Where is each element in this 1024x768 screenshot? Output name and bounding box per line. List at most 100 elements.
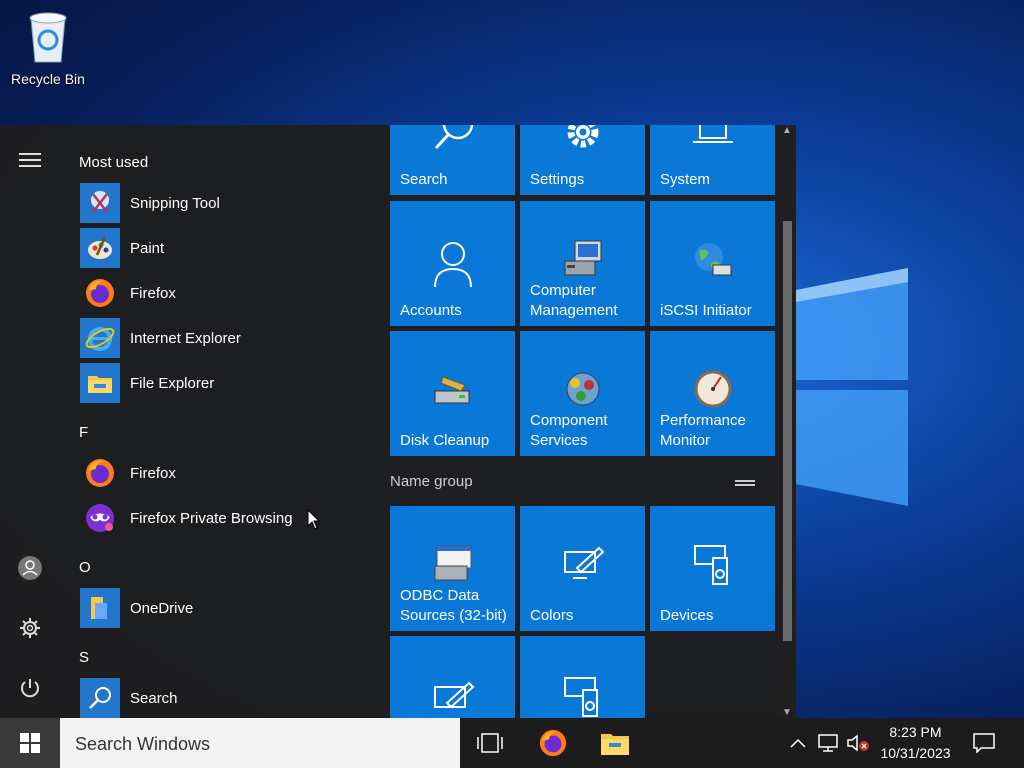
network-tray-button[interactable]: [815, 718, 841, 768]
tile-odbc[interactable]: ODBC Data Sources (32-bit): [390, 506, 515, 631]
snipping-tool-icon: [80, 183, 120, 223]
clock-date: 10/31/2023: [880, 745, 951, 761]
tile-disk-cleanup[interactable]: Disk Cleanup: [390, 331, 515, 456]
task-view-button[interactable]: [465, 718, 515, 768]
volume-tray-button[interactable]: [845, 718, 871, 768]
most-used-header: Most used: [79, 154, 149, 171]
tile-label: Search: [400, 171, 448, 188]
app-firefox[interactable]: Firefox: [80, 273, 380, 313]
tile-label: Colors: [530, 607, 574, 624]
colors-icon: [520, 546, 645, 582]
scroll-up-icon[interactable]: ▲: [782, 125, 792, 136]
app-paint[interactable]: Paint: [80, 228, 380, 268]
app-firefox-2[interactable]: Firefox: [80, 453, 380, 493]
tile-label: Component Services: [530, 412, 608, 449]
colors-icon: [390, 681, 515, 717]
scroll-thumb[interactable]: [783, 221, 792, 641]
file-explorer-icon: [80, 363, 120, 403]
tile-label: iSCSI Initiator: [660, 302, 752, 319]
paint-icon: [80, 228, 120, 268]
globe-icon: [650, 239, 775, 279]
tile-group-name[interactable]: Name group: [390, 473, 473, 490]
section-header-f[interactable]: F: [79, 424, 88, 441]
windows-logo-wallpaper: [796, 268, 908, 506]
tile-label: Disk Cleanup: [400, 432, 490, 449]
search-placeholder: Search Windows: [75, 734, 211, 754]
gauge-icon: [650, 369, 775, 409]
action-center-button[interactable]: [970, 718, 998, 768]
taskbar-firefox-button[interactable]: [528, 718, 578, 768]
app-list: Most used Snipping Tool Paint Firefox In…: [60, 125, 385, 718]
group-drag-handle[interactable]: [735, 480, 755, 486]
app-search[interactable]: Search: [80, 678, 380, 718]
app-file-explorer[interactable]: File Explorer: [80, 363, 380, 403]
firefox-icon: [539, 729, 567, 757]
section-header-s[interactable]: S: [79, 649, 89, 666]
app-label: Firefox: [130, 464, 176, 482]
tile-label: Computer Management: [530, 282, 618, 319]
settings-gear-icon[interactable]: [15, 613, 45, 643]
firefox-private-icon: [80, 498, 120, 538]
tile-component-services[interactable]: Component Services: [520, 331, 645, 456]
firefox-icon: [80, 273, 120, 313]
search-icon: [80, 678, 120, 718]
tile-label: Devices: [660, 607, 714, 624]
scroll-down-icon[interactable]: ▼: [782, 707, 792, 718]
gear-icon: [520, 125, 645, 150]
app-onedrive[interactable]: OneDrive: [80, 588, 380, 628]
person-icon: [390, 241, 515, 289]
tile-performance-monitor[interactable]: Performance Monitor: [650, 331, 775, 456]
odbc-icon: [390, 544, 515, 584]
chevron-up-icon: [790, 738, 806, 748]
tile-iscsi-initiator[interactable]: iSCSI Initiator: [650, 201, 775, 326]
file-explorer-icon: [601, 734, 629, 755]
power-icon[interactable]: [15, 673, 45, 703]
tile-label: System: [660, 171, 711, 188]
tile-search[interactable]: Search: [390, 125, 515, 195]
app-label: Firefox: [130, 284, 176, 302]
taskbar-search-box[interactable]: Search Windows: [60, 718, 460, 768]
app-label: File Explorer: [130, 374, 215, 392]
recycle-bin-icon: [29, 12, 67, 63]
tile-devices[interactable]: Devices: [650, 506, 775, 631]
tile-colors[interactable]: Colors: [520, 506, 645, 631]
tile-computer-management[interactable]: Computer Management: [520, 201, 645, 326]
notification-icon: [973, 733, 995, 753]
start-button[interactable]: [0, 718, 60, 768]
tile-devices-2[interactable]: [520, 636, 645, 718]
app-label: Snipping Tool: [130, 194, 220, 212]
mouse-cursor-icon: [307, 509, 321, 530]
task-view-icon: [477, 733, 503, 753]
clock-time: 8:23 PM: [889, 724, 942, 740]
network-icon: [818, 734, 838, 752]
app-label: Paint: [130, 239, 165, 257]
tiles-scrollbar[interactable]: ▲ ▼: [779, 125, 796, 718]
user-avatar-icon[interactable]: [15, 553, 45, 583]
search-icon: [390, 125, 515, 150]
taskbar: Search Windows 8:23 PM 10/31/2023: [0, 718, 1024, 768]
devices-icon: [520, 676, 645, 718]
component-services-icon: [520, 369, 645, 409]
tile-label: Settings: [530, 171, 585, 188]
app-internet-explorer[interactable]: Internet Explorer: [80, 318, 380, 358]
start-menu: Most used Snipping Tool Paint Firefox In…: [0, 125, 796, 718]
start-rail: [0, 125, 60, 718]
taskbar-clock[interactable]: 8:23 PM 10/31/2023: [873, 722, 958, 764]
hamburger-icon[interactable]: [15, 145, 45, 175]
tile-accounts[interactable]: Accounts: [390, 201, 515, 326]
section-header-o[interactable]: O: [79, 559, 91, 576]
tile-label: Performance Monitor: [660, 412, 746, 449]
volume-muted-icon: [847, 734, 869, 752]
app-firefox-private[interactable]: Firefox Private Browsing: [80, 498, 380, 538]
app-label: Firefox Private Browsing: [130, 509, 293, 527]
recycle-bin[interactable]: Recycle Bin: [8, 8, 88, 94]
tile-label: Accounts: [400, 302, 462, 319]
onedrive-icon: [80, 588, 120, 628]
tile-colors-2[interactable]: [390, 636, 515, 718]
taskbar-file-explorer-button[interactable]: [590, 718, 640, 768]
show-hidden-icons-button[interactable]: [786, 718, 810, 768]
app-snipping-tool[interactable]: Snipping Tool: [80, 183, 380, 223]
tile-system[interactable]: System: [650, 125, 775, 195]
tile-label: ODBC Data Sources (32-bit): [400, 587, 507, 624]
tile-settings[interactable]: Settings: [520, 125, 645, 195]
